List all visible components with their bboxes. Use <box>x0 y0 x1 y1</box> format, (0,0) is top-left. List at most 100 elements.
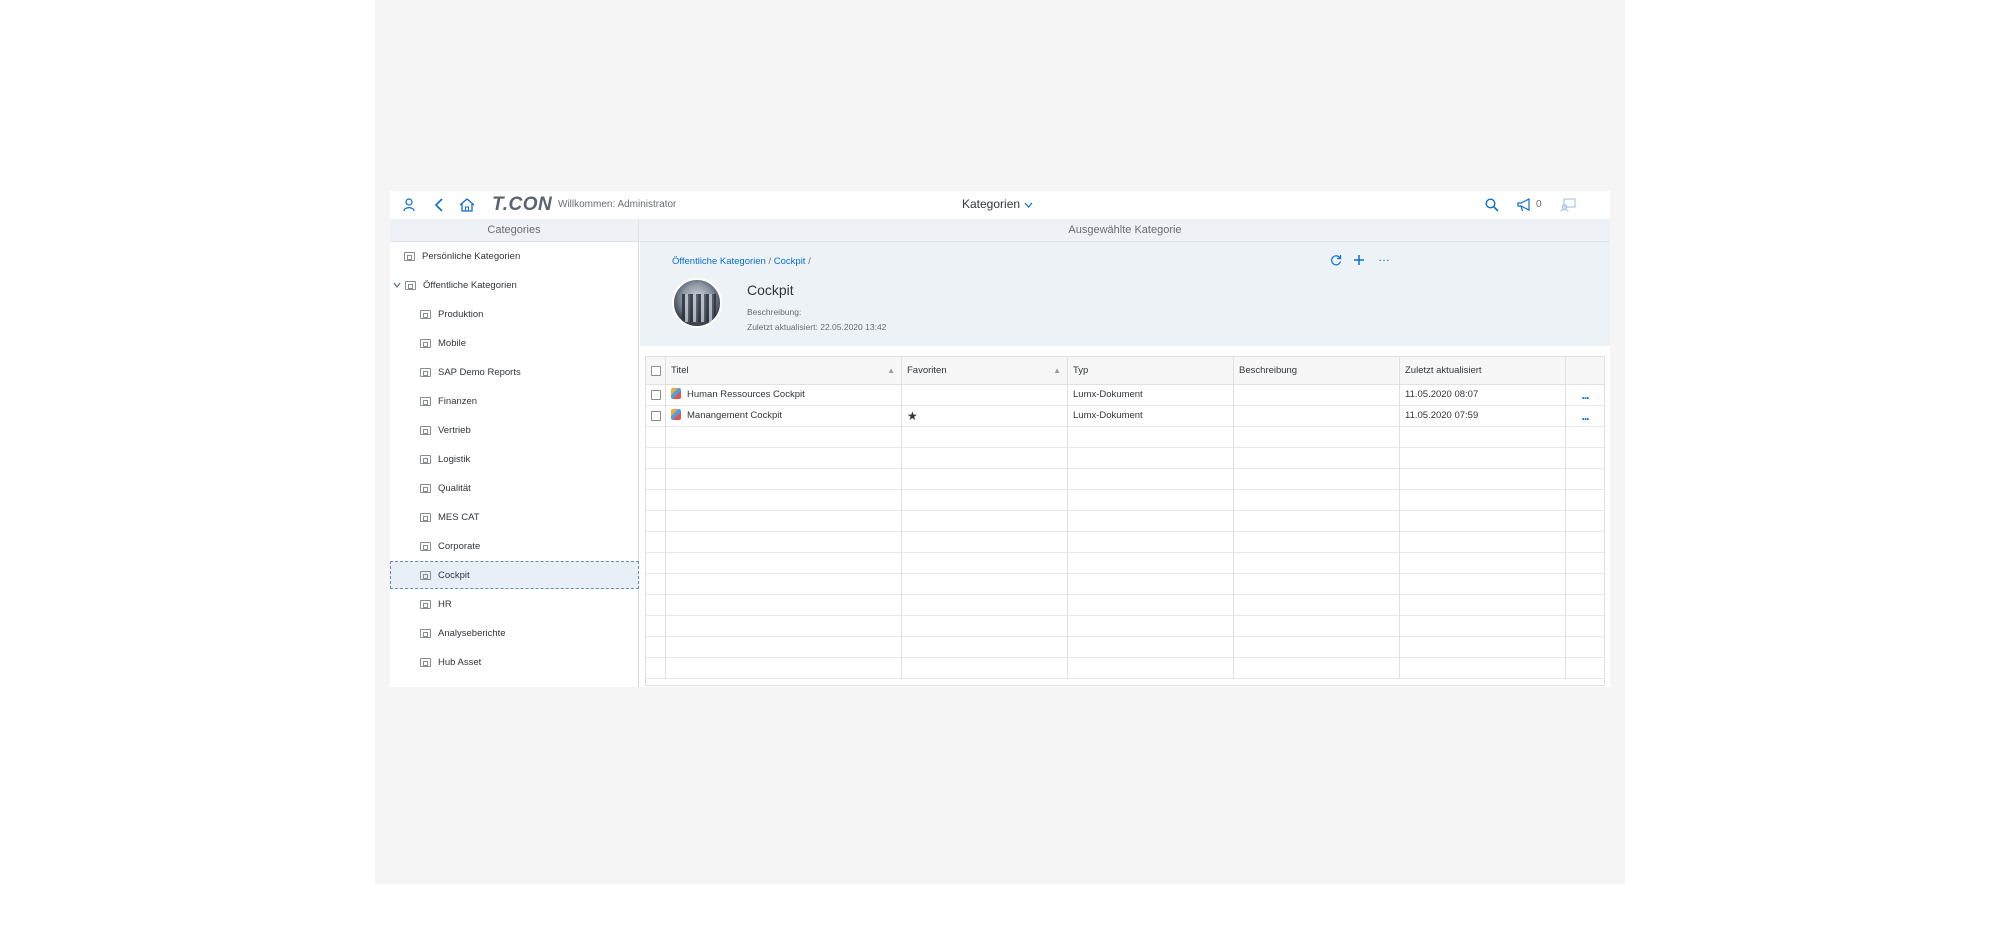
tree-item-cockpit[interactable]: Cockpit <box>390 561 639 589</box>
tcon-logo: T.CON <box>492 194 553 215</box>
sort-icon[interactable]: ▲ <box>1053 357 1061 385</box>
empty-cell <box>666 490 902 511</box>
breadcrumb-link-cockpit[interactable]: Cockpit <box>774 256 806 267</box>
folder-icon <box>420 396 431 406</box>
folder-icon <box>420 483 431 493</box>
row-checkbox[interactable] <box>651 390 661 400</box>
tree-item-hub-asset[interactable]: Hub Asset <box>390 648 639 676</box>
home-icon[interactable] <box>458 196 476 214</box>
search-icon[interactable] <box>1483 196 1501 214</box>
refresh-icon[interactable] <box>1330 254 1342 269</box>
tree-item-sap-demo-reports[interactable]: SAP Demo Reports <box>390 358 639 386</box>
column-label: Zuletzt aktualisiert <box>1405 365 1482 376</box>
table-row[interactable]: Manangement Cockpit ★ Lumx-Dokument 11.0… <box>646 406 1604 427</box>
row-checkbox[interactable] <box>651 411 661 421</box>
empty-cell <box>902 574 1068 595</box>
help-icon[interactable] <box>1559 196 1577 214</box>
tree-item-label: SAP Demo Reports <box>438 366 521 378</box>
back-icon[interactable] <box>430 196 448 214</box>
tree-item-hr[interactable]: HR <box>390 590 639 618</box>
selected-category-header: Ausgewählte Kategorie <box>1068 224 1182 236</box>
empty-cell <box>1234 595 1400 616</box>
tree-item-label: MES CAT <box>438 511 480 523</box>
tree-item-corporate[interactable]: Corporate <box>390 532 639 560</box>
app-title-menu[interactable]: Kategorien <box>962 197 1033 211</box>
breadcrumb: Öffentliche Kategorien / Cockpit / <box>672 256 811 267</box>
table-row[interactable]: Human Ressources Cockpit Lumx-Dokument 1… <box>646 385 1604 406</box>
tree-item-qualitaet[interactable]: Qualität <box>390 474 639 502</box>
column-header-typ[interactable]: Typ <box>1068 357 1234 385</box>
row-more-button[interactable]: ... <box>1566 406 1604 427</box>
chevron-down-icon <box>1024 197 1033 211</box>
empty-cell <box>1068 532 1234 553</box>
row-more-button[interactable]: ... <box>1566 385 1604 406</box>
empty-cell <box>1566 616 1604 637</box>
cell-title[interactable]: Human Ressources Cockpit <box>666 385 902 406</box>
column-header-favoriten[interactable]: Favoriten ▲ <box>902 357 1068 385</box>
megaphone-icon[interactable] <box>1516 196 1534 214</box>
empty-cell <box>1400 427 1566 448</box>
tree-item-persoenliche-kategorien[interactable]: Persönliche Kategorien <box>390 242 639 270</box>
tree-item-analyseberichte[interactable]: Analyseberichte <box>390 619 639 647</box>
empty-cell <box>1400 511 1566 532</box>
select-all-checkbox[interactable] <box>651 366 661 376</box>
tree-item-produktion[interactable]: Produktion <box>390 300 639 328</box>
empty-cell <box>1234 448 1400 469</box>
empty-cell <box>1068 553 1234 574</box>
category-avatar <box>672 278 722 328</box>
empty-cell <box>902 511 1068 532</box>
tree-item-oeffentliche-kategorien[interactable]: Öffentliche Kategorien <box>390 271 639 299</box>
empty-cell <box>1566 469 1604 490</box>
cell-description <box>1234 385 1400 406</box>
empty-cell <box>646 574 666 595</box>
empty-cell <box>1566 511 1604 532</box>
tree-item-vertrieb[interactable]: Vertrieb <box>390 416 639 444</box>
empty-cell <box>1234 469 1400 490</box>
folder-icon <box>404 251 415 261</box>
empty-cell <box>1068 574 1234 595</box>
empty-cell <box>646 427 666 448</box>
empty-cell <box>1234 637 1400 658</box>
cell-favorite[interactable] <box>902 385 1068 406</box>
row-select-cell <box>646 406 666 427</box>
categories-header: Categories <box>390 219 639 242</box>
empty-cell <box>666 469 902 490</box>
tree-item-label: Persönliche Kategorien <box>422 250 521 262</box>
user-icon[interactable] <box>400 196 418 214</box>
tree-item-logistik[interactable]: Logistik <box>390 445 639 473</box>
add-icon[interactable] <box>1353 254 1365 269</box>
empty-cell <box>1234 574 1400 595</box>
empty-cell <box>902 637 1068 658</box>
empty-cell <box>646 616 666 637</box>
chevron-down-icon[interactable] <box>393 280 405 290</box>
sort-icon[interactable]: ▲ <box>887 357 895 385</box>
empty-cell <box>1566 574 1604 595</box>
empty-cell <box>1234 658 1400 679</box>
app-title: Kategorien <box>962 197 1021 211</box>
tree-item-label: Logistik <box>438 453 471 465</box>
column-header-zuletzt-aktualisiert[interactable]: Zuletzt aktualisiert <box>1400 357 1566 385</box>
empty-cell <box>902 553 1068 574</box>
tree-item-mes-cat[interactable]: MES CAT <box>390 503 639 531</box>
empty-table-row <box>646 427 1604 448</box>
empty-table-row <box>646 637 1604 658</box>
column-header-beschreibung[interactable]: Beschreibung <box>1234 357 1400 385</box>
more-icon[interactable]: … <box>1378 250 1390 264</box>
empty-cell <box>1566 595 1604 616</box>
empty-cell <box>666 532 902 553</box>
empty-cell <box>1234 532 1400 553</box>
cell-title[interactable]: Manangement Cockpit <box>666 406 902 427</box>
empty-cell <box>1068 637 1234 658</box>
empty-table-row <box>646 448 1604 469</box>
breadcrumb-link-oeffentliche[interactable]: Öffentliche Kategorien <box>672 256 766 267</box>
tree-item-label: Qualität <box>438 482 471 494</box>
empty-cell <box>646 448 666 469</box>
empty-table-row <box>646 595 1604 616</box>
tree-item-mobile[interactable]: Mobile <box>390 329 639 357</box>
cell-favorite[interactable]: ★ <box>902 406 1068 427</box>
empty-cell <box>646 532 666 553</box>
empty-cell <box>646 658 666 679</box>
tree-item-finanzen[interactable]: Finanzen <box>390 387 639 415</box>
column-header-titel[interactable]: Titel ▲ <box>666 357 902 385</box>
folder-icon <box>420 512 431 522</box>
